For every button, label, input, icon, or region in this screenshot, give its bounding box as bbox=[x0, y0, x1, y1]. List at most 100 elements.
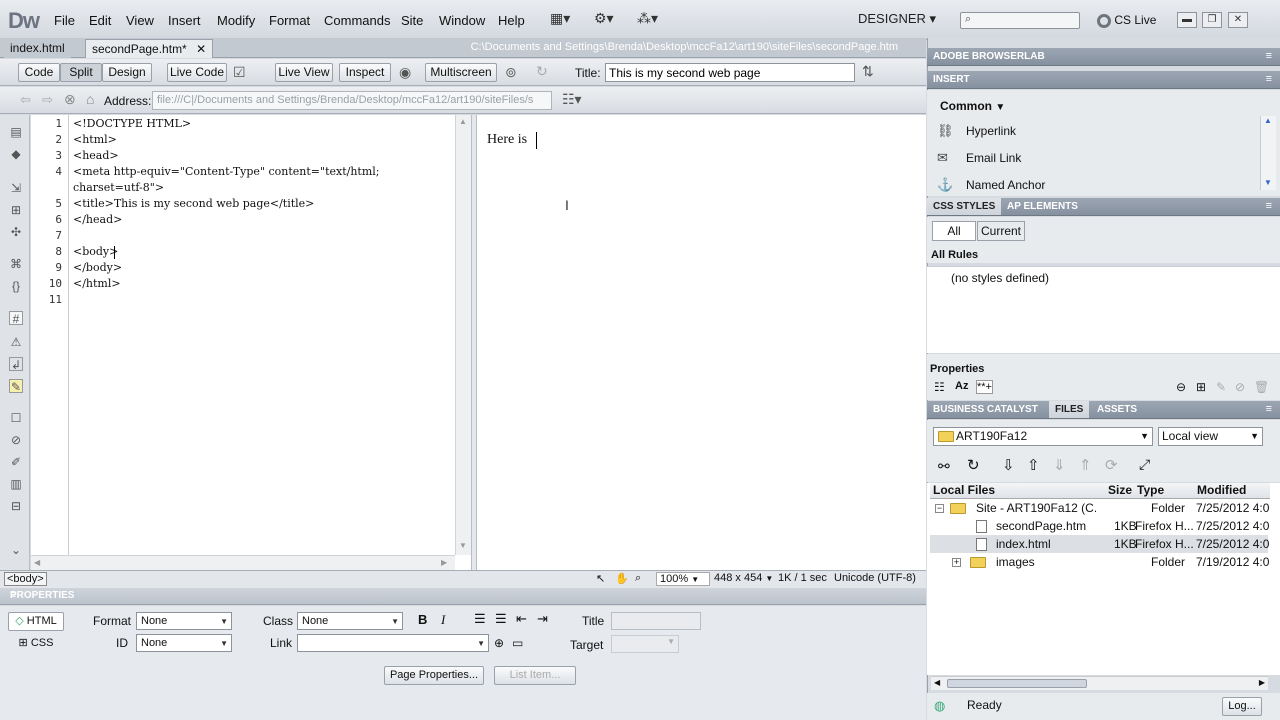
balance-braces-icon[interactable]: {} bbox=[9, 279, 23, 293]
split-view-button[interactable]: Split bbox=[60, 63, 102, 82]
collapse-tag-icon[interactable]: ⇲ bbox=[9, 181, 23, 195]
hand-tool-icon[interactable]: ✋ bbox=[615, 572, 629, 585]
attach-stylesheet-icon[interactable]: ⊖ bbox=[1176, 380, 1186, 394]
panel-menu-icon[interactable]: ≡ bbox=[1266, 50, 1272, 62]
insert-named-anchor[interactable]: Named Anchor bbox=[966, 178, 1045, 192]
gear-icon[interactable]: ⚙▾ bbox=[594, 10, 614, 27]
multiscreen-button[interactable]: Multiscreen bbox=[425, 63, 497, 82]
col-size[interactable]: Size bbox=[1108, 483, 1132, 499]
table-row[interactable]: + images Folder 7/19/2012 4:0 bbox=[930, 553, 1269, 571]
code-line[interactable]: </body> bbox=[73, 261, 122, 274]
page-properties-button[interactable]: Page Properties... bbox=[384, 666, 484, 685]
scroll-left-icon[interactable]: ◀ bbox=[934, 678, 940, 687]
close-button[interactable]: ✕ bbox=[1228, 12, 1248, 28]
log-button[interactable]: Log... bbox=[1222, 697, 1262, 716]
css-all-tab[interactable]: All bbox=[932, 221, 976, 241]
check-out-icon[interactable]: ⇓ bbox=[1053, 456, 1066, 474]
scrollbar-thumb[interactable] bbox=[947, 679, 1087, 688]
cs-live-button[interactable]: CS Live bbox=[1097, 13, 1156, 28]
scroll-right-icon[interactable]: ▶ bbox=[1259, 678, 1265, 687]
unordered-list-icon[interactable]: ☰ bbox=[474, 611, 486, 627]
word-wrap-icon[interactable]: ↲ bbox=[9, 357, 23, 372]
minimize-button[interactable]: ▬ bbox=[1177, 12, 1197, 28]
apply-comment-icon[interactable]: ☐ bbox=[9, 411, 23, 425]
set-properties-icon[interactable]: **+ bbox=[976, 380, 993, 394]
live-view-button[interactable]: Live View bbox=[275, 63, 333, 82]
code-vertical-scrollbar[interactable]: ▲ ▼ bbox=[455, 115, 471, 555]
edit-rule-icon[interactable]: ✎ bbox=[1216, 380, 1226, 394]
page-title-input[interactable] bbox=[605, 63, 855, 82]
check-in-icon[interactable]: ⇑ bbox=[1079, 456, 1092, 474]
view-select[interactable]: Local view ▼ bbox=[1158, 427, 1263, 446]
tab-ap-elements[interactable]: AP ELEMENTS bbox=[1007, 201, 1078, 212]
menu-insert[interactable]: Insert bbox=[168, 13, 201, 28]
list-item-button[interactable]: List Item... bbox=[494, 666, 576, 685]
browse-folder-icon[interactable]: ▭ bbox=[512, 636, 523, 650]
home-icon[interactable]: ⌂ bbox=[86, 91, 94, 107]
visual-aids-icon[interactable]: ⊚ bbox=[505, 64, 517, 81]
refresh-icon[interactable]: ↻ bbox=[536, 63, 548, 80]
link-input[interactable] bbox=[297, 634, 489, 652]
open-documents-icon[interactable]: ▤ bbox=[9, 125, 23, 139]
menu-modify[interactable]: Modify bbox=[217, 13, 255, 28]
browser-preview-icon[interactable]: ◉ bbox=[399, 64, 411, 81]
code-line[interactable]: <title>This is my second web page</title… bbox=[73, 197, 314, 210]
design-view[interactable] bbox=[477, 115, 926, 570]
target-select[interactable]: ▼ bbox=[611, 635, 679, 653]
code-line[interactable]: <!DOCTYPE HTML> bbox=[73, 117, 191, 130]
view-options-icon[interactable]: ☷▾ bbox=[562, 91, 582, 108]
site-tools-icon[interactable]: ⁂▾ bbox=[637, 10, 658, 27]
collapse-toggle-icon[interactable]: − bbox=[935, 504, 944, 513]
insert-hyperlink[interactable]: Hyperlink bbox=[966, 124, 1016, 138]
class-select[interactable]: None bbox=[297, 612, 403, 630]
stop-icon[interactable]: ⊗ bbox=[64, 91, 76, 108]
tab-index-html[interactable]: index.html bbox=[4, 39, 71, 58]
code-line[interactable]: <meta http-equiv="Content-Type" content=… bbox=[73, 165, 380, 178]
html-mode-button[interactable]: ◇ HTML bbox=[8, 612, 64, 631]
select-parent-tag-icon[interactable]: ⌘ bbox=[9, 257, 23, 271]
alpha-view-icon[interactable]: Az bbox=[955, 380, 968, 392]
wrap-tag-icon[interactable]: ✐ bbox=[9, 455, 23, 469]
workspace-switcher[interactable]: DESIGNER ▾ bbox=[858, 11, 936, 27]
back-icon[interactable]: ⇦ bbox=[20, 92, 31, 108]
delete-icon[interactable]: 🗑 bbox=[1254, 380, 1269, 394]
inspect-button[interactable]: Inspect bbox=[339, 63, 391, 82]
zoom-select[interactable]: 100% ▼ bbox=[656, 572, 710, 586]
scroll-up-icon[interactable]: ▲ bbox=[1264, 116, 1272, 125]
menu-site[interactable]: Site bbox=[401, 13, 423, 28]
tag-selector[interactable]: <body> bbox=[4, 572, 47, 586]
col-modified[interactable]: Modified bbox=[1197, 483, 1246, 499]
menu-help[interactable]: Help bbox=[498, 13, 525, 28]
tab-assets[interactable]: ASSETS bbox=[1097, 404, 1137, 415]
format-select[interactable]: None bbox=[136, 612, 232, 630]
design-view-button[interactable]: Design bbox=[102, 63, 152, 82]
maximize-button[interactable]: ❐ bbox=[1202, 12, 1222, 28]
remove-comment-icon[interactable]: ⊘ bbox=[9, 433, 23, 447]
point-to-file-icon[interactable]: ⊕ bbox=[494, 636, 504, 650]
col-type[interactable]: Type bbox=[1137, 483, 1164, 499]
connect-icon[interactable]: ⚯ bbox=[938, 458, 950, 475]
tab-css-styles[interactable]: CSS STYLES bbox=[927, 198, 1002, 215]
css-mode-button[interactable]: ⊞ CSS bbox=[8, 634, 64, 653]
title-input[interactable] bbox=[611, 612, 701, 630]
live-code-button[interactable]: Live Code bbox=[167, 63, 227, 82]
ordered-list-icon[interactable]: ☰ bbox=[495, 611, 507, 627]
window-size-select[interactable]: 448 x 454 ▼ bbox=[714, 572, 773, 584]
code-line[interactable]: </html> bbox=[73, 277, 121, 290]
code-view-button[interactable]: Code bbox=[18, 63, 60, 82]
code-line[interactable]: <head> bbox=[73, 149, 119, 162]
help-search-input[interactable]: ⌕ bbox=[960, 12, 1080, 29]
category-view-icon[interactable]: ☷ bbox=[934, 380, 945, 394]
expand-all-icon[interactable]: ✣ bbox=[9, 225, 23, 239]
address-input[interactable]: file:///C|/Documents and Settings/Brenda… bbox=[152, 91, 552, 110]
insert-panel-header[interactable]: INSERT ≡ bbox=[927, 71, 1280, 89]
menu-window[interactable]: Window bbox=[439, 13, 485, 28]
menu-commands[interactable]: Commands bbox=[324, 13, 390, 28]
code-horizontal-scrollbar[interactable]: ◀ ▶ bbox=[31, 555, 455, 570]
move-css-icon[interactable]: ⊟ bbox=[9, 499, 23, 513]
forward-icon[interactable]: ⇨ bbox=[42, 92, 53, 108]
code-line[interactable]: </head> bbox=[73, 213, 122, 226]
table-row[interactable]: − Site - ART190Fa12 (C... Folder 7/25/20… bbox=[930, 499, 1269, 517]
tab-files[interactable]: FILES bbox=[1049, 401, 1090, 418]
code-line[interactable]: <body> bbox=[73, 245, 118, 258]
